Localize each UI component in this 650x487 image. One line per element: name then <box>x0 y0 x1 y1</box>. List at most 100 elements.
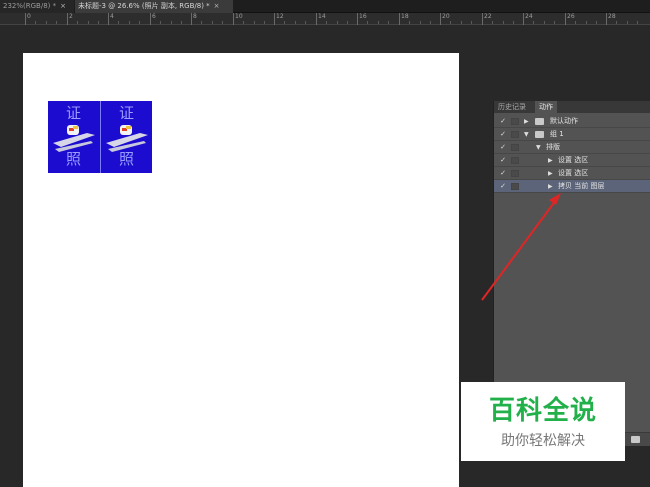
id-photo: 证 照 <box>48 101 100 173</box>
ruler-minor-tick <box>513 21 514 24</box>
close-icon[interactable]: × <box>214 0 220 13</box>
ruler-tick: 26 <box>565 13 575 25</box>
document-canvas[interactable]: 证 照 证 照 <box>23 53 459 487</box>
tab-document-1[interactable]: 232%(RGB/8) * × <box>0 0 74 13</box>
ruler-minor-tick <box>503 21 504 24</box>
expand-right-icon[interactable]: ▶ <box>548 180 553 193</box>
ruler-minor-tick <box>544 21 545 24</box>
ruler-minor-tick <box>212 21 213 24</box>
ruler-minor-tick <box>409 21 410 24</box>
action-label: 设置 选区 <box>558 156 589 164</box>
ruler-tick: 20 <box>440 13 450 25</box>
ruler-minor-tick <box>77 21 78 24</box>
id-photo-copy: 证 照 <box>100 101 152 173</box>
expand-down-icon[interactable]: ▼ <box>536 141 541 154</box>
ruler-tick-label: 0 <box>27 13 31 20</box>
ruler-minor-tick <box>596 21 597 24</box>
dialog-toggle-box[interactable] <box>511 157 519 164</box>
dialog-toggle-box[interactable] <box>511 118 519 125</box>
ruler-tick: 24 <box>523 13 533 25</box>
ruler-minor-tick <box>616 21 617 24</box>
toggle-check-icon[interactable]: ✓ <box>498 115 508 128</box>
action-label: 默认动作 <box>550 117 578 125</box>
ruler-minor-tick <box>181 21 182 24</box>
ruler-minor-tick <box>46 21 47 24</box>
document-tab-bar: 232%(RGB/8) * × 未标题-3 @ 26.6% (照片 副本, RGB… <box>0 0 650 13</box>
ruler-minor-tick <box>118 21 119 24</box>
action-label: 排版 <box>546 143 560 151</box>
ruler-minor-tick <box>450 21 451 24</box>
dialog-toggle-box[interactable] <box>511 170 519 177</box>
dialog-toggle-box[interactable] <box>511 183 519 190</box>
ruler-tick: 10 <box>233 13 243 25</box>
ruler-minor-tick <box>88 21 89 24</box>
toggle-check-icon[interactable]: ✓ <box>498 167 508 180</box>
actions-list: ✓ ▶ 默认动作 ✓ ▼ 组 1 ✓ ▼ 排版 ✓ ▶ 设置 选区 ✓ ▶ 设置 选区 ✓ ▶ 拷贝 当前 图层 <box>494 115 650 193</box>
ruler-minor-tick <box>254 21 255 24</box>
ruler-tick-label: 20 <box>442 13 450 20</box>
close-icon[interactable]: × <box>60 0 66 13</box>
ruler-tick: 18 <box>399 13 409 25</box>
ruler-minor-tick <box>264 21 265 24</box>
action-row[interactable]: ✓ ▶ 设置 选区 <box>494 154 650 167</box>
tab-actions[interactable]: 动作 <box>535 101 557 113</box>
dialog-toggle-box[interactable] <box>511 144 519 151</box>
ruler-minor-tick <box>461 21 462 24</box>
panel-tabs: 历史记录 动作 <box>494 101 650 113</box>
ruler-minor-tick <box>586 21 587 24</box>
dialog-toggle-box[interactable] <box>511 131 519 138</box>
watermark-subtitle: 助你轻松解决 <box>501 433 585 449</box>
ruler-tick: 16 <box>357 13 367 25</box>
ruler-minor-tick <box>284 21 285 24</box>
action-row[interactable]: ✓ ▼ 组 1 <box>494 128 650 141</box>
horizontal-ruler[interactable]: 0 2 4 6 8 10 12 14 16 18 20 22 24 26 28 <box>0 13 650 25</box>
photo-text-top: 证 <box>119 104 135 122</box>
action-row[interactable]: ✓ ▶ 默认动作 <box>494 115 650 128</box>
ruler-minor-tick <box>56 21 57 24</box>
watermark-logo: 百科全说 助你轻松解决 <box>461 382 625 461</box>
expand-down-icon[interactable]: ▼ <box>524 128 529 141</box>
ruler-minor-tick <box>295 21 296 24</box>
action-row[interactable]: ✓ ▶ 拷贝 当前 图层 <box>494 180 650 193</box>
toggle-check-icon[interactable]: ✓ <box>498 180 508 193</box>
new-set-folder-icon[interactable] <box>631 436 640 443</box>
ruler-minor-tick <box>171 21 172 24</box>
ruler-tick-label: 28 <box>608 13 616 20</box>
photo-text-bottom: 照 <box>66 150 82 168</box>
ruler-minor-tick <box>378 21 379 24</box>
action-row[interactable]: ✓ ▶ 设置 选区 <box>494 167 650 180</box>
expand-right-icon[interactable]: ▶ <box>548 167 553 180</box>
ruler-minor-tick <box>533 21 534 24</box>
ruler-minor-tick <box>129 21 130 24</box>
watermark-title: 百科全说 <box>488 396 597 426</box>
tab-label: 未标题-3 @ 26.6% (照片 副本, RGB/8) * <box>78 2 210 10</box>
ruler-tick-label: 14 <box>318 13 326 20</box>
ruler-minor-tick <box>347 21 348 24</box>
ruler-tick: 8 <box>191 13 197 25</box>
ruler-minor-tick <box>326 21 327 24</box>
expand-right-icon[interactable]: ▶ <box>524 115 529 128</box>
ruler-tick: 2 <box>67 13 73 25</box>
folder-icon <box>535 131 544 138</box>
toggle-check-icon[interactable]: ✓ <box>498 141 508 154</box>
toggle-check-icon[interactable]: ✓ <box>498 154 508 167</box>
action-row[interactable]: ✓ ▼ 排版 <box>494 141 650 154</box>
ruler-tick-label: 24 <box>525 13 533 20</box>
ruler-minor-tick <box>492 21 493 24</box>
tab-document-2[interactable]: 未标题-3 @ 26.6% (照片 副本, RGB/8) * × <box>75 0 233 13</box>
ruler-minor-tick <box>139 21 140 24</box>
tab-history[interactable]: 历史记录 <box>494 101 530 113</box>
ruler-tick-label: 10 <box>235 13 243 20</box>
ruler-minor-tick <box>637 21 638 24</box>
ruler-tick: 4 <box>108 13 114 25</box>
tab-label: 232%(RGB/8) * <box>3 2 57 10</box>
ruler-tick: 6 <box>150 13 156 25</box>
ruler-tick-label: 18 <box>401 13 409 20</box>
expand-right-icon[interactable]: ▶ <box>548 154 553 167</box>
toggle-check-icon[interactable]: ✓ <box>498 128 508 141</box>
photo-text-top: 证 <box>66 104 82 122</box>
action-label: 拷贝 当前 图层 <box>558 182 605 190</box>
folder-icon <box>535 118 544 125</box>
ruler-tick-label: 2 <box>69 13 73 20</box>
ruler-minor-tick <box>554 21 555 24</box>
